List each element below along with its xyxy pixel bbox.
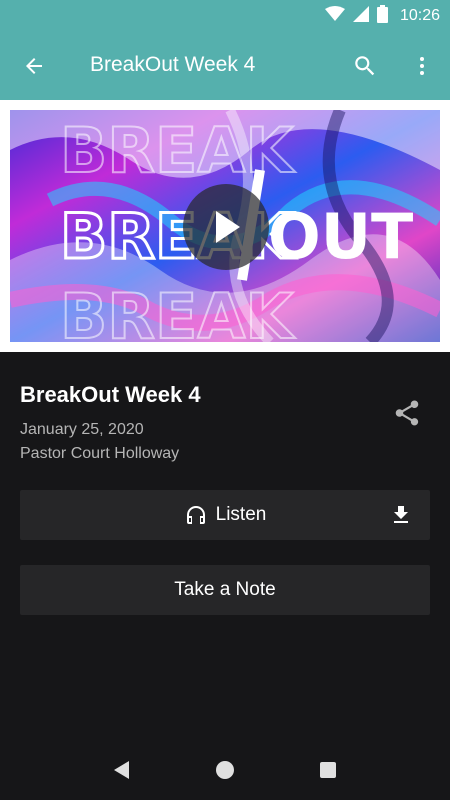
status-icons: 10:26 xyxy=(324,0,440,32)
share-icon[interactable] xyxy=(390,396,424,430)
svg-text:BREAK: BREAK xyxy=(60,280,295,342)
listen-label: Listen xyxy=(215,504,267,525)
app-bar: BreakOut Week 4 xyxy=(0,32,450,100)
download-icon[interactable] xyxy=(388,502,414,528)
more-vert-icon[interactable] xyxy=(408,51,436,81)
status-time: 10:26 xyxy=(399,7,440,24)
sermon-title: BreakOut Week 4 xyxy=(20,382,201,407)
svg-text:OUT: OUT xyxy=(268,200,413,273)
listen-button[interactable]: Listen xyxy=(20,490,430,540)
sermon-speaker: Pastor Court Holloway xyxy=(20,445,180,462)
sermon-artwork[interactable]: BREAK BREAK BREAK OUT xyxy=(0,100,450,352)
wifi-icon xyxy=(324,5,345,27)
search-icon[interactable] xyxy=(350,51,380,81)
arrow-back-icon[interactable] xyxy=(20,52,48,80)
take-note-button[interactable]: Take a Note xyxy=(20,565,430,615)
headphones-icon xyxy=(186,506,205,524)
nav-home-icon[interactable] xyxy=(205,750,245,790)
page-title: BreakOut Week 4 xyxy=(90,53,256,76)
take-note-label: Take a Note xyxy=(174,579,276,600)
system-nav-bar xyxy=(0,740,450,800)
sermon-date: January 25, 2020 xyxy=(20,421,144,438)
play-button[interactable] xyxy=(183,184,269,270)
cell-signal-icon xyxy=(352,5,369,27)
status-bar: 10:26 xyxy=(0,0,450,32)
nav-recents-icon[interactable] xyxy=(308,750,348,790)
play-icon xyxy=(216,211,240,243)
battery-icon xyxy=(376,4,388,28)
nav-back-icon[interactable] xyxy=(102,750,142,790)
